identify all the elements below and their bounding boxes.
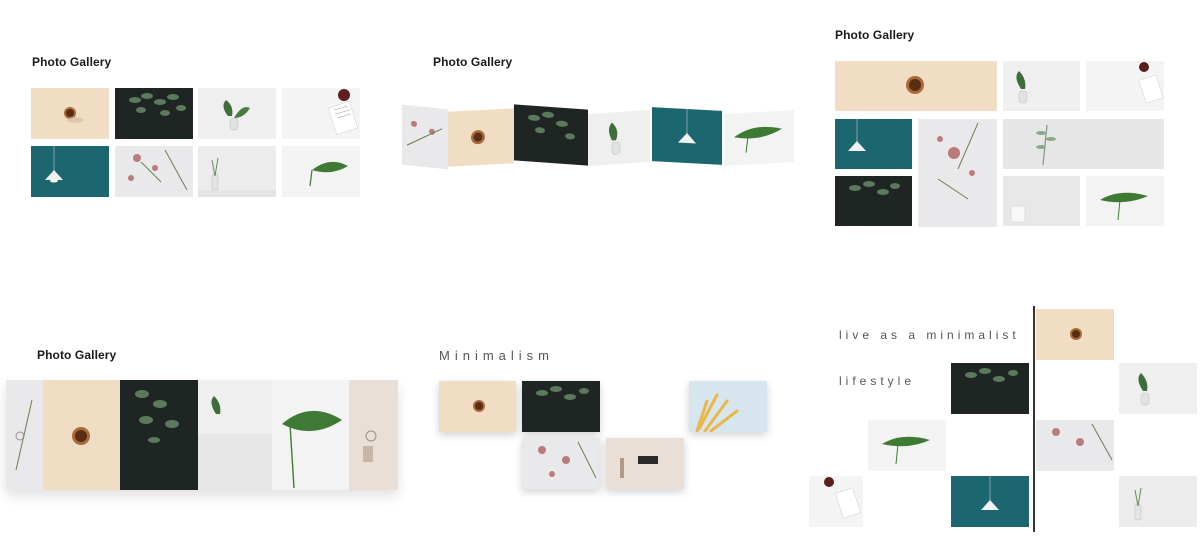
card-photo-coffee[interactable] xyxy=(439,381,516,432)
gallery-photo-bottle[interactable] xyxy=(198,146,276,197)
mosaic-photo-cup[interactable] xyxy=(1003,176,1080,226)
ribbon-photo-coffee[interactable] xyxy=(448,108,514,167)
panel6-divider xyxy=(1033,306,1035,532)
mosaic-photo-lamp[interactable] xyxy=(835,119,912,169)
ribbon-photo-vase[interactable] xyxy=(588,109,650,167)
card-photo-fern[interactable] xyxy=(522,381,600,432)
gallery-photo-flowers[interactable] xyxy=(115,146,193,197)
gallery-photo-vase[interactable] xyxy=(198,88,276,139)
gallery-photo-paper[interactable] xyxy=(282,88,360,139)
panel6-heading: live as a minimalist xyxy=(839,328,1020,342)
split-photo-flowers[interactable] xyxy=(1036,420,1114,471)
ribbon-photo-fern[interactable] xyxy=(514,104,588,166)
carousel-photo-vase[interactable] xyxy=(198,380,272,490)
panel6-subheading: lifestyle xyxy=(839,374,916,388)
split-photo-lamp[interactable] xyxy=(951,476,1029,527)
card-photo-flowers[interactable] xyxy=(522,438,600,489)
ribbon-photo-flowers[interactable] xyxy=(402,104,448,170)
mosaic-photo-leaf[interactable] xyxy=(1086,176,1164,226)
ribbon-photo-lamp[interactable] xyxy=(652,107,722,165)
mosaic-photo-paper[interactable] xyxy=(1086,61,1164,111)
carousel-photo-room[interactable] xyxy=(349,380,398,490)
panel3-title: Photo Gallery xyxy=(835,28,915,42)
split-photo-paper[interactable] xyxy=(809,476,863,527)
panel4-carousel xyxy=(6,380,398,490)
carousel-photo-coffee[interactable] xyxy=(43,380,120,490)
mosaic-photo-fern[interactable] xyxy=(835,176,912,226)
split-photo-vase[interactable] xyxy=(1119,363,1197,414)
carousel-photo-leaf[interactable] xyxy=(272,380,349,490)
panel4-title: Photo Gallery xyxy=(37,348,117,362)
gallery-photo-coffee[interactable] xyxy=(31,88,109,139)
carousel-photo-flowers[interactable] xyxy=(6,380,43,490)
card-photo-room[interactable] xyxy=(606,438,684,489)
panel1-title: Photo Gallery xyxy=(32,55,112,69)
split-photo-bottle[interactable] xyxy=(1119,476,1197,527)
split-photo-leaf[interactable] xyxy=(868,420,946,471)
split-photo-fern[interactable] xyxy=(951,363,1029,414)
card-photo-yellow[interactable] xyxy=(689,381,767,432)
mosaic-photo-eucalyptus[interactable] xyxy=(1003,119,1164,169)
carousel-photo-fern[interactable] xyxy=(120,380,198,490)
gallery-photo-leaf[interactable] xyxy=(282,146,360,197)
gallery-photo-lamp[interactable] xyxy=(31,146,109,197)
mosaic-photo-coffee[interactable] xyxy=(835,61,997,111)
mosaic-photo-flowers[interactable] xyxy=(918,119,997,227)
panel5-title: Minimalism xyxy=(439,348,554,363)
gallery-photo-fern[interactable] xyxy=(115,88,193,139)
ribbon-photo-leaf[interactable] xyxy=(724,110,794,166)
split-photo-coffee[interactable] xyxy=(1036,309,1114,360)
mosaic-photo-vase[interactable] xyxy=(1003,61,1080,111)
panel2-title: Photo Gallery xyxy=(433,55,513,69)
